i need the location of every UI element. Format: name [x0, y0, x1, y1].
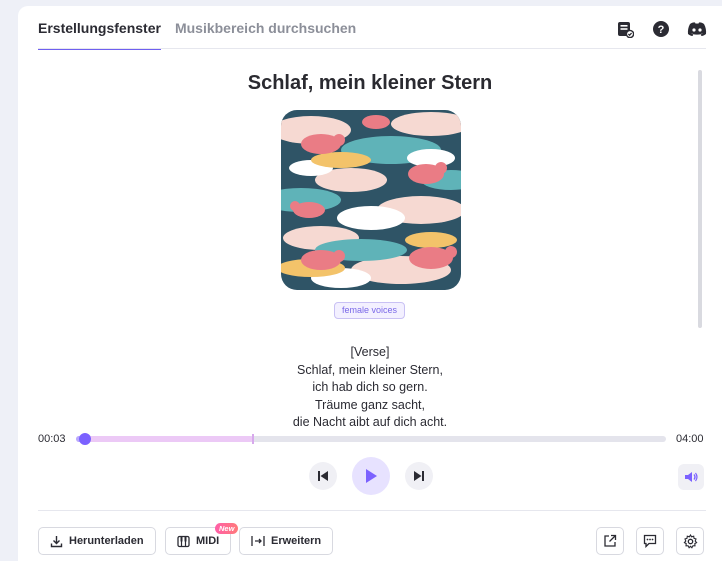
piano-icon: [177, 535, 190, 547]
previous-button[interactable]: [309, 462, 337, 490]
comment-icon: [643, 534, 657, 548]
gear-icon: [683, 533, 697, 549]
playlist-check-icon[interactable]: [614, 18, 636, 40]
skip-forward-icon: [414, 471, 424, 481]
comment-button[interactable]: [636, 527, 664, 555]
cover-art: [281, 110, 461, 290]
midi-label: MIDI: [196, 535, 220, 547]
extend-icon: [251, 536, 265, 546]
buffer-marker: [252, 434, 254, 444]
lyrics-line: Träume ganz sacht,: [314, 397, 425, 412]
svg-text:?: ?: [658, 24, 665, 36]
actions-divider: [38, 510, 706, 511]
progress-bar[interactable]: [76, 433, 666, 445]
style-tag[interactable]: female voices: [334, 302, 406, 319]
tab-creation-window[interactable]: Erstellungsfenster: [38, 6, 161, 50]
current-time: 00:03: [38, 433, 66, 445]
play-button[interactable]: [352, 457, 390, 495]
extend-label: Erweitern: [271, 535, 322, 547]
header-icons: ?: [614, 18, 708, 40]
external-link-icon: [604, 534, 617, 547]
tab-bar: Erstellungsfenster Musikbereich durchsuc…: [38, 6, 356, 50]
creation-panel: Erstellungsfenster Musikbereich durchsuc…: [18, 6, 722, 561]
help-icon[interactable]: ?: [650, 18, 672, 40]
share-button[interactable]: [596, 527, 624, 555]
total-time: 04:00: [676, 433, 704, 445]
discord-icon[interactable]: [686, 18, 708, 40]
download-label: Herunterladen: [69, 535, 144, 547]
lyrics-line: [Verse]: [350, 345, 390, 359]
tab-divider: [38, 48, 706, 49]
volume-button[interactable]: [678, 464, 704, 490]
download-icon: [50, 535, 63, 547]
skip-back-icon: [318, 471, 328, 481]
song-title: Schlaf, mein kleiner Stern: [247, 72, 493, 94]
new-badge: New: [215, 523, 239, 534]
settings-button[interactable]: [676, 527, 704, 555]
lyrics-line: die Nacht aibt auf dich acht.: [292, 415, 448, 429]
progress-buffered: [76, 436, 253, 442]
lyrics-line: Schlaf, mein kleiner Stern,: [297, 362, 443, 377]
extend-button[interactable]: Erweitern: [239, 527, 334, 555]
download-button[interactable]: Herunterladen: [38, 527, 156, 555]
lyrics-line: ich hab dich so gern.: [312, 380, 428, 394]
lyrics-scrollbar[interactable]: [698, 70, 702, 328]
play-icon: [366, 469, 377, 483]
tab-browse-music[interactable]: Musikbereich durchsuchen: [175, 6, 356, 50]
next-button[interactable]: [405, 462, 433, 490]
volume-icon: [685, 472, 698, 482]
lyrics-block: [Verse] Schlaf, mein kleiner Stern, ich …: [18, 344, 722, 432]
progress-thumb[interactable]: [79, 433, 92, 445]
